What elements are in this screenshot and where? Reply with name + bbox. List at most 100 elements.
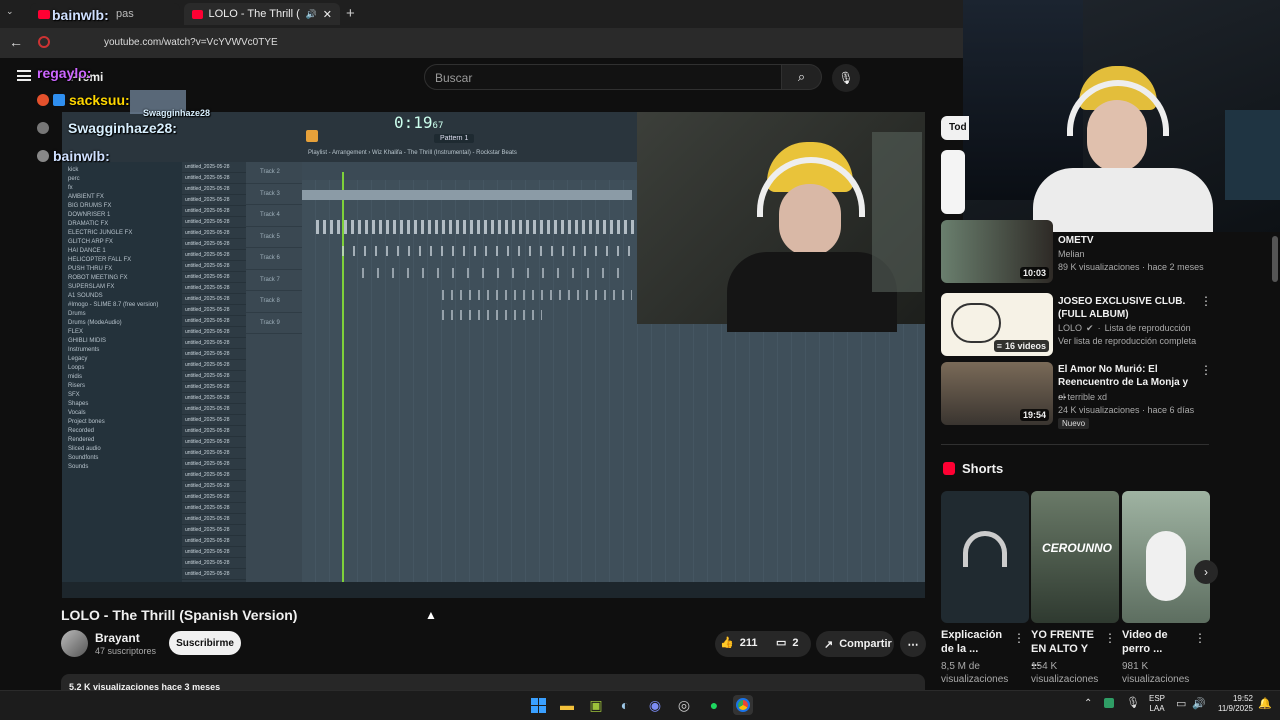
playlist-type: Lista de reproducción xyxy=(1104,323,1191,333)
playlist-count-badge: ≡ 16 videos xyxy=(993,340,1049,352)
short-thumbnail[interactable]: CEROUNNO xyxy=(1031,491,1119,623)
spotify-icon[interactable]: ● xyxy=(704,695,724,715)
fl-channel-label: untitled_2025-05-28 xyxy=(182,261,246,272)
video-title[interactable]: OMETV xyxy=(1058,234,1198,247)
more-options-icon[interactable]: ⋮ xyxy=(1200,363,1212,377)
fl-channel-label: untitled_2025-05-28 xyxy=(182,393,246,404)
fl-browser-item: DRAMATIC FX xyxy=(68,221,109,227)
system-clock[interactable]: 19:52 11/9/2025 xyxy=(1218,694,1253,714)
back-arrow-icon[interactable]: ← xyxy=(9,34,23,50)
chat-user: bainwlb: xyxy=(53,148,110,164)
playlist-title[interactable]: JOSEO EXCLUSIVE CLUB. (FULL ALBUM) xyxy=(1058,295,1198,321)
obs-icon[interactable]: ◎ xyxy=(674,695,694,715)
notification-icon[interactable]: 🔔 xyxy=(1258,697,1272,710)
language-indicator[interactable]: ESP LAA xyxy=(1149,694,1165,714)
more-options-icon[interactable]: ⋮ xyxy=(1194,631,1206,645)
fl-browser-item: Project bones xyxy=(68,419,105,425)
verified-check-icon: ✔ xyxy=(1086,323,1094,333)
tray-expand-icon[interactable]: ⌃ xyxy=(1084,698,1092,709)
tab-active[interactable]: LOLO - The Thrill (Spanish V 🔊 ✕ xyxy=(184,3,340,25)
windows-start-icon[interactable] xyxy=(528,695,548,715)
video-meta: 24 K visualizaciones · hace 6 días xyxy=(1058,405,1195,415)
video-thumbnail[interactable]: 19:54 xyxy=(941,362,1053,425)
like-button[interactable]: 👍 211 xyxy=(720,636,757,650)
chat-user: Swagginhaze28 xyxy=(143,108,211,118)
site-info-icon[interactable] xyxy=(38,36,50,48)
tray-app-icon[interactable] xyxy=(1104,698,1114,708)
tab-search-icon[interactable]: ⌄ xyxy=(6,6,20,20)
fl-track-header: Track 6 xyxy=(246,248,302,270)
more-options-icon[interactable]: ⋮ xyxy=(1200,294,1212,308)
fl-browser-item: kick xyxy=(68,167,79,173)
fl-track-header: Track 2 xyxy=(246,162,302,184)
channel-name[interactable]: Brayant xyxy=(95,631,140,645)
fl-track-header: Track 7 xyxy=(246,270,302,291)
fl-pattern-selector: Pattern 1 xyxy=(434,134,475,143)
tray-mic-icon[interactable]: 🎙 xyxy=(1126,696,1140,709)
clock-date: 11/9/2025 xyxy=(1218,704,1253,713)
subscribe-button[interactable]: Suscribirme xyxy=(169,631,241,655)
chat-user: bainwlb: xyxy=(52,7,109,23)
file-explorer-icon[interactable]: ▬ xyxy=(557,695,577,715)
search-input[interactable]: Buscar xyxy=(424,64,782,90)
video-player[interactable]: 0:1967 Pattern 1 Playlist - Arrangement … xyxy=(62,112,925,598)
fl-channel-label: untitled_2025-05-28 xyxy=(182,294,246,305)
close-tab-icon[interactable]: ✕ xyxy=(323,8,332,21)
view-full-playlist-link[interactable]: Ver lista de reproducción completa xyxy=(1058,335,1196,347)
short-title[interactable]: Explicación de la ... xyxy=(941,628,1005,656)
cartoon-figures xyxy=(951,303,1001,343)
new-badge: Nuevo xyxy=(1058,418,1090,429)
more-options-icon[interactable]: ⋮ xyxy=(1104,631,1116,645)
fl-browser-item: Drums (ModeAudio) xyxy=(68,320,122,326)
channel-name[interactable]: el terrible xd xyxy=(1058,391,1107,403)
new-tab-button[interactable]: + xyxy=(346,5,355,22)
fl-browser-item: DOWNRISER 1 xyxy=(68,212,111,218)
short-title[interactable]: Video de perro ... xyxy=(1122,628,1188,656)
fl-playhead xyxy=(342,172,344,592)
speaker-icon[interactable]: 🔊 xyxy=(306,9,317,20)
short-thumbnail[interactable] xyxy=(941,491,1029,623)
chat-badge-icon xyxy=(37,94,49,106)
mouse-cursor: ▲ xyxy=(425,608,437,622)
fl-track-header: Track 3 xyxy=(246,184,302,205)
fl-channel-label: untitled_2025-05-28 xyxy=(182,162,246,173)
fl-browser-item: BIG DRUMS FX xyxy=(68,203,112,209)
channel-name[interactable]: LOLO ✔ · Lista de reproducción xyxy=(1058,322,1191,334)
more-options-icon[interactable]: ⋮ xyxy=(1013,631,1025,645)
window-frame xyxy=(872,132,922,292)
channel-avatar[interactable] xyxy=(61,630,88,657)
fl-channel-label: untitled_2025-05-28 xyxy=(182,558,246,569)
chat-badge-icon xyxy=(37,150,49,162)
fl-browser-list: kick perc fx AMBIENT FX BIG DRUMS FX DOWNRISE… xyxy=(68,166,176,472)
fl-channel-label: untitled_2025-05-28 xyxy=(182,184,246,195)
divider xyxy=(941,444,1209,445)
fl-browser-item: Sounds xyxy=(68,464,89,470)
hamburger-menu-icon[interactable] xyxy=(17,70,31,81)
network-icon[interactable]: ▭ xyxy=(1176,697,1186,710)
fl-browser-item: Loops xyxy=(68,365,85,371)
share-label: Compartir xyxy=(839,638,892,650)
voice-search-button[interactable]: 🎙 xyxy=(832,64,860,92)
short-thumbnail[interactable] xyxy=(1122,491,1210,623)
shorts-next-button[interactable]: › xyxy=(1194,560,1218,584)
fl-channel-label: untitled_2025-05-28 xyxy=(182,536,246,547)
video-thumbnail[interactable]: 10:03 xyxy=(941,220,1053,283)
chrome-icon[interactable] xyxy=(733,695,753,715)
discord-icon[interactable]: ◉ xyxy=(645,695,665,715)
chat-user: regaylo: xyxy=(37,65,92,81)
fl-channel-label: untitled_2025-05-28 xyxy=(182,459,246,470)
filter-chip[interactable]: Tod xyxy=(941,116,969,140)
channel-name[interactable]: Melian xyxy=(1058,248,1085,260)
fl-studio-icon[interactable]: ▣ xyxy=(586,695,606,715)
more-actions-button[interactable]: ⋯ xyxy=(900,631,926,657)
partial-thumbnail[interactable] xyxy=(941,150,965,214)
comment-button[interactable]: ▭ 2 xyxy=(776,636,799,650)
steam-icon[interactable]: ◐ xyxy=(615,695,635,715)
fl-browser-item: GHIBLI MIDIS xyxy=(68,338,107,344)
page-scrollbar[interactable] xyxy=(1272,236,1278,282)
search-button[interactable]: ⌕ xyxy=(782,64,822,90)
url-text[interactable]: youtube.com/watch?v=VcYVWVc0TYE xyxy=(104,37,278,48)
playlist-thumbnail[interactable]: ≡ 16 videos xyxy=(941,293,1053,356)
share-button[interactable]: ↗ Compartir xyxy=(816,631,894,657)
volume-icon[interactable]: 🔊 xyxy=(1192,697,1206,710)
